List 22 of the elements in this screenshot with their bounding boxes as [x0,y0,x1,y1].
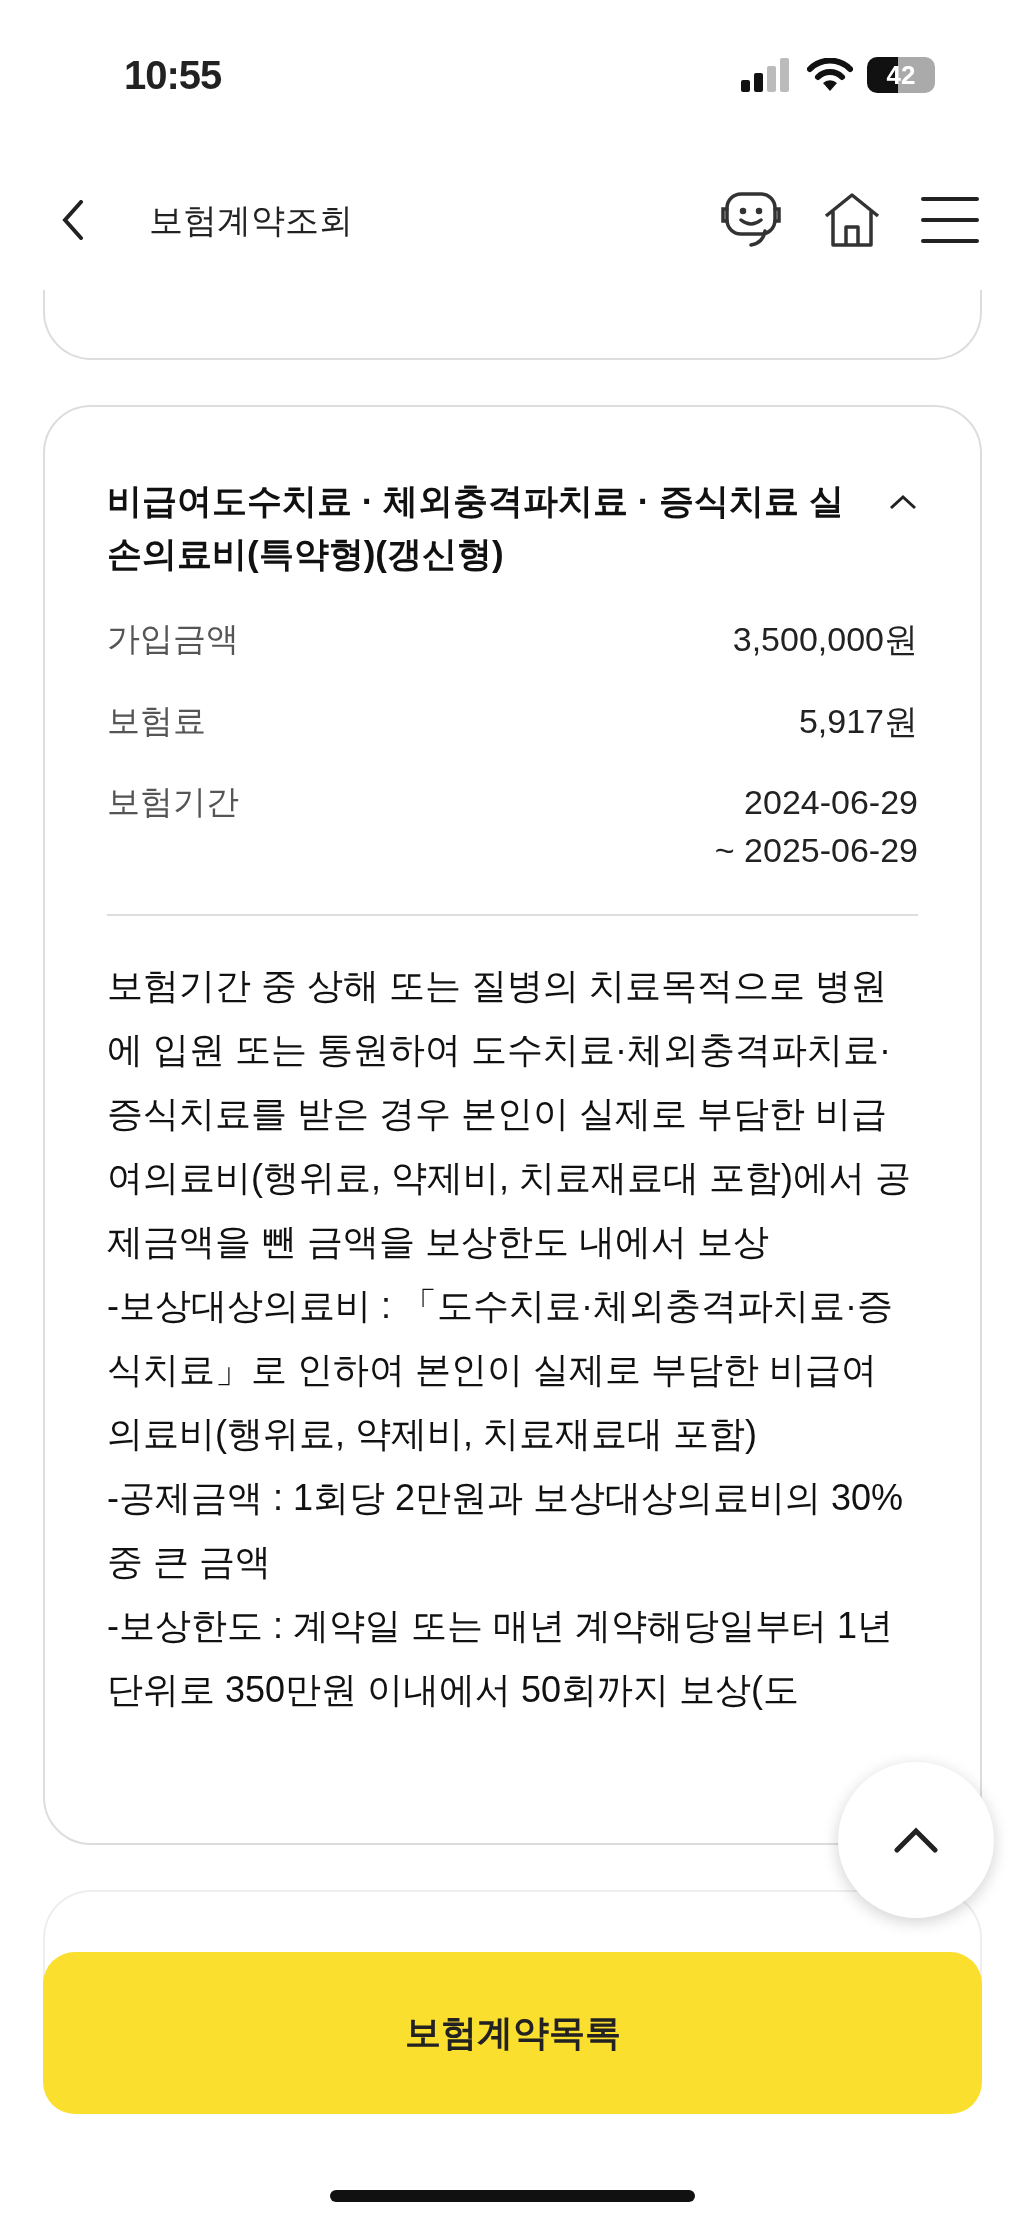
chatbot-icon[interactable] [719,191,783,249]
caret-icon [894,1827,938,1853]
field-value: 2024-06-29 [744,782,918,824]
field-value: 5,917원 [798,700,918,742]
description-paragraph: -보상한도 : 계약일 또는 매년 계약해당일부터 1년 단위로 350만원 이내에서 50회까지 보상(도 [107,1604,895,1713]
field-value: 3,500,000원 [732,619,918,660]
status-time: 10:55 [124,52,222,99]
field-label: 보험료 [107,700,206,741]
page-title: 보험계약조회 [149,199,353,241]
field-label: 보험기간 [107,782,239,823]
field-value: ~ 2025-06-29 [714,829,918,871]
description-paragraph: -공제금액 : 1회당 2만원과 보상대상의료비의 30% 중 큰 금액 [107,1476,905,1585]
home-icon[interactable] [823,192,881,248]
description-paragraph: 보험기간 중 상해 또는 질병의 치료목적으로 병원에 입원 또는 통원하여 도수치료·체외충격파치료·증식치료를 받은 경우 본인이 실제로 부담한 비급여의료비(행위료, 약제비, 치료재료대 포함)에서 공제금액을 뺀 금액을 보상한도 내에서 보상 [107,964,912,1265]
menu-icon[interactable] [921,196,979,244]
contract-list-button[interactable]: 보험계약목록 [43,1952,982,2114]
wifi-icon [807,58,853,92]
description-paragraph: -보상대상의료비 : 「도수치료·체외충격파치료·증식치료」로 인하여 본인이 실제로 부담한 비급여 의료비(행위료, 약제비, 치료재료대 포함) [107,1284,894,1457]
caret-icon [888,494,917,510]
field-label: 가입금액 [107,619,239,659]
back-icon [62,200,84,240]
coverage-title: 비급여도수치료 · 체외충격파치료 · 증식치료 실손의료비(특약형)(갱신형) [107,480,845,575]
